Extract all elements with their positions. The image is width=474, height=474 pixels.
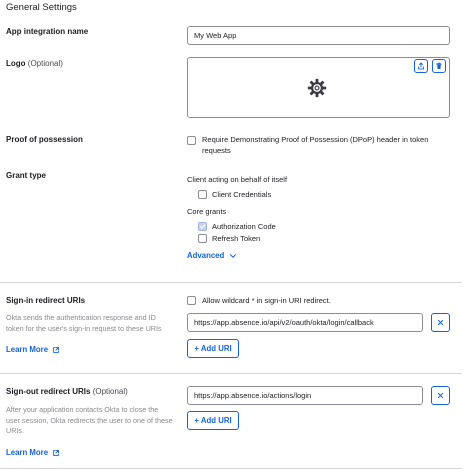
advanced-toggle[interactable]: Advanced [187,251,237,260]
grant-core-heading: Core grants [187,207,227,216]
logo-upload-button[interactable] [414,59,428,73]
section-divider [0,373,462,374]
sign-out-learn-more-label: Learn More [6,448,49,457]
sign-in-uri-input[interactable]: https://app.absence.io/api/v2/oauth/okta… [187,313,423,332]
plus-icon: + [194,344,199,353]
sign-out-help: After your application contacts Okta to … [6,405,173,435]
close-icon [437,319,444,326]
gear-icon [307,78,327,98]
dpop-label: Proof of possession [6,135,83,144]
section-divider [0,282,462,283]
app-name-label: App integration name [6,27,89,36]
external-link-icon [53,346,60,353]
sign-in-add-uri-label: Add URI [200,344,232,353]
app-name-value: My Web App [194,31,237,40]
check-icon [199,224,206,229]
external-link-icon [53,449,60,456]
app-name-input[interactable]: My Web App [187,26,450,45]
sign-in-help: Okta sends the authentication response a… [6,313,162,333]
sign-out-label: Sign-out redirect URIs (Optional) [6,387,128,396]
section-divider [0,468,462,469]
client-credentials-label: Client Credentials [212,190,272,199]
logo-delete-button[interactable] [432,59,446,73]
sign-in-uri-remove-button[interactable] [431,313,450,332]
sign-out-add-uri-label: Add URI [200,416,232,425]
sign-in-learn-more-link[interactable]: Learn More [6,345,60,354]
chevron-down-icon [230,253,237,258]
advanced-label: Advanced [187,251,225,260]
sign-out-learn-more-link[interactable]: Learn More [6,448,60,457]
sign-out-uri-input[interactable]: https://app.absence.io/actions/login [187,386,423,405]
logo-label: Logo (Optional) [6,59,63,68]
sign-in-uri-value: https://app.absence.io/api/v2/oauth/okta… [194,318,374,327]
logo-optional: (Optional) [27,59,63,68]
grant-type-label: Grant type [6,171,47,180]
sign-in-add-uri-button[interactable]: + Add URI [187,339,239,358]
dpop-checkbox[interactable] [187,136,196,145]
sign-out-uri-value: https://app.absence.io/actions/login [194,391,312,400]
sign-out-add-uri-button[interactable]: + Add URI [187,411,239,430]
authorization-code-label: Authorization Code [212,222,276,231]
close-icon [437,392,444,399]
grant-self-heading: Client acting on behalf of itself [187,175,288,184]
authorization-code-checkbox[interactable] [198,222,207,231]
logo-label-text: Logo [6,59,26,68]
dpop-checkbox-text: Require Demonstrating Proof of Possessio… [202,135,429,155]
section-title: General Settings [6,2,77,13]
sign-out-optional: (Optional) [92,387,128,396]
wildcard-checkbox[interactable] [187,296,196,305]
sign-in-label: Sign-in redirect URIs [6,296,86,305]
sign-out-label-text: Sign-out redirect URIs [6,387,91,396]
sign-in-learn-more-label: Learn More [6,345,49,354]
plus-icon: + [194,416,199,425]
sign-out-uri-remove-button[interactable] [431,386,450,405]
upload-icon [418,62,424,70]
trash-icon [436,62,442,70]
refresh-token-checkbox[interactable] [198,234,207,243]
refresh-token-label: Refresh Token [212,234,261,243]
client-credentials-checkbox[interactable] [198,190,207,199]
wildcard-label: Allow wildcard * in sign-in URI redirect… [202,296,331,305]
